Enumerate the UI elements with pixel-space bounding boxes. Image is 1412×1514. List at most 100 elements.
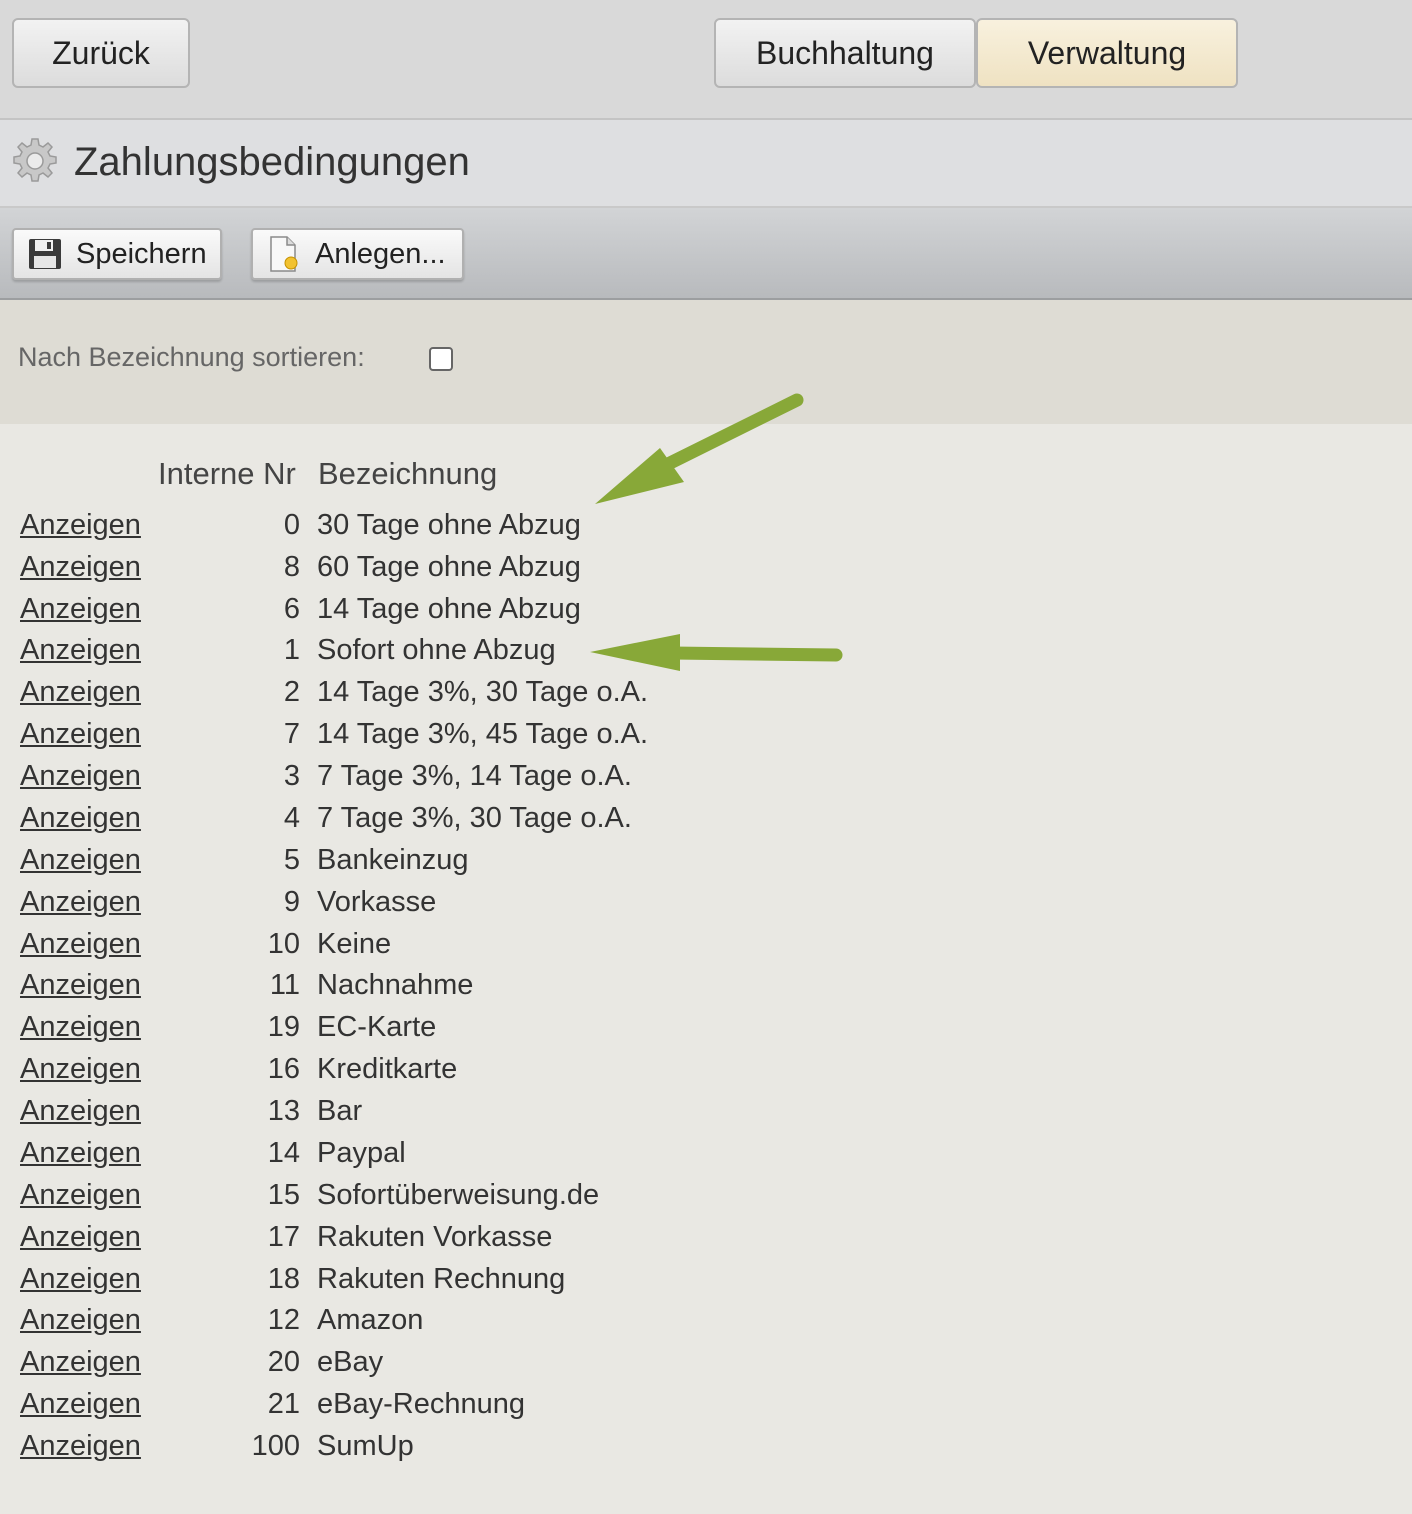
internal-nr: 21	[267, 1388, 300, 1420]
description: Paypal	[317, 1137, 406, 1169]
internal-nr: 18	[267, 1263, 300, 1295]
tab-verwaltung[interactable]: Verwaltung	[976, 18, 1238, 88]
internal-nr: 6	[283, 593, 300, 625]
view-link[interactable]: Anzeigen	[20, 676, 141, 709]
floppy-disk-icon	[29, 239, 61, 269]
description: Vorkasse	[317, 886, 437, 918]
table-row: Anzeigen 17 Rakuten Vorkasse	[0, 1221, 900, 1261]
view-link[interactable]: Anzeigen	[20, 844, 141, 877]
description: Sofort ohne Abzug	[317, 634, 556, 666]
internal-nr: 7	[283, 718, 300, 750]
view-link[interactable]: Anzeigen	[20, 969, 141, 1002]
internal-nr: 10	[267, 928, 300, 960]
table-row: Anzeigen 15 Sofortüberweisung.de	[0, 1179, 900, 1219]
view-link[interactable]: Anzeigen	[20, 593, 141, 626]
view-link[interactable]: Anzeigen	[20, 1179, 141, 1212]
description: 30 Tage ohne Abzug	[317, 509, 581, 541]
table-row: Anzeigen 16 Kreditkarte	[0, 1053, 900, 1093]
view-link[interactable]: Anzeigen	[20, 509, 141, 542]
tab-buchhaltung[interactable]: Buchhaltung	[714, 18, 976, 88]
description: Bankeinzug	[317, 844, 469, 876]
internal-nr: 8	[283, 551, 300, 583]
table-row: Anzeigen 12 Amazon	[0, 1304, 900, 1344]
description: Kreditkarte	[317, 1053, 458, 1085]
table-row: Anzeigen 7 14 Tage 3%, 45 Tage o.A.	[0, 718, 900, 758]
description: EC-Karte	[317, 1011, 437, 1043]
view-link[interactable]: Anzeigen	[20, 928, 141, 961]
table-row: Anzeigen 19 EC-Karte	[0, 1011, 900, 1051]
internal-nr: 17	[267, 1221, 300, 1253]
create-label: Anlegen...	[315, 237, 446, 270]
table-row: Anzeigen 11 Nachnahme	[0, 969, 900, 1009]
internal-nr: 14	[267, 1137, 300, 1169]
description: 14 Tage 3%, 45 Tage o.A.	[317, 718, 649, 750]
view-link[interactable]: Anzeigen	[20, 760, 141, 793]
table-row: Anzeigen 18 Rakuten Rechnung	[0, 1263, 900, 1303]
internal-nr: 16	[267, 1053, 300, 1085]
internal-nr: 12	[267, 1304, 300, 1336]
view-link[interactable]: Anzeigen	[20, 886, 141, 919]
view-link[interactable]: Anzeigen	[20, 1430, 141, 1463]
table-row: Anzeigen 2 14 Tage 3%, 30 Tage o.A.	[0, 676, 900, 716]
table-row: Anzeigen 100 SumUp	[0, 1430, 900, 1470]
description: Nachnahme	[317, 969, 474, 1001]
description: 14 Tage 3%, 30 Tage o.A.	[317, 676, 649, 708]
view-link[interactable]: Anzeigen	[20, 802, 141, 835]
sort-by-name-checkbox[interactable]	[429, 347, 453, 371]
description: Amazon	[317, 1304, 424, 1336]
view-link[interactable]: Anzeigen	[20, 1263, 141, 1296]
internal-nr: 1	[283, 634, 300, 666]
internal-nr: 13	[267, 1095, 300, 1127]
table-row: Anzeigen 8 60 Tage ohne Abzug	[0, 551, 900, 591]
internal-nr: 20	[267, 1346, 300, 1378]
table-row: Anzeigen 21 eBay-Rechnung	[0, 1388, 900, 1428]
description: 60 Tage ohne Abzug	[317, 551, 581, 583]
view-link[interactable]: Anzeigen	[20, 1095, 141, 1128]
column-header-description: Bezeichnung	[318, 456, 498, 491]
description: eBay	[317, 1346, 384, 1378]
table-row: Anzeigen 5 Bankeinzug	[0, 844, 900, 884]
view-link[interactable]: Anzeigen	[20, 1346, 141, 1379]
table-row: Anzeigen 4 7 Tage 3%, 30 Tage o.A.	[0, 802, 900, 842]
sort-by-name-label: Nach Bezeichnung sortieren:	[18, 342, 365, 372]
back-button[interactable]: Zurück	[12, 18, 190, 88]
save-label: Speichern	[76, 237, 207, 270]
view-link[interactable]: Anzeigen	[20, 718, 141, 751]
view-link[interactable]: Anzeigen	[20, 1221, 141, 1254]
table-row: Anzeigen 9 Vorkasse	[0, 886, 900, 926]
view-link[interactable]: Anzeigen	[20, 1388, 141, 1421]
top-navigation-bar: Zurück Buchhaltung Verwaltung	[0, 0, 1412, 120]
description: Rakuten Vorkasse	[317, 1221, 553, 1253]
internal-nr: 9	[283, 886, 300, 918]
internal-nr: 4	[283, 802, 300, 834]
save-button[interactable]: Speichern	[12, 228, 222, 280]
description: Rakuten Rechnung	[317, 1263, 566, 1295]
table-row: Anzeigen 10 Keine	[0, 928, 900, 968]
description: 7 Tage 3%, 30 Tage o.A.	[317, 802, 632, 834]
new-document-icon	[270, 236, 298, 272]
internal-nr: 3	[283, 760, 300, 792]
create-button[interactable]: Anlegen...	[251, 228, 464, 280]
internal-nr: 11	[269, 969, 300, 1001]
view-link[interactable]: Anzeigen	[20, 1137, 141, 1170]
table-row: Anzeigen 20 eBay	[0, 1346, 900, 1386]
description: Bar	[317, 1095, 363, 1127]
internal-nr: 0	[283, 509, 300, 541]
description: eBay-Rechnung	[317, 1388, 525, 1420]
internal-nr: 100	[251, 1430, 300, 1462]
view-link[interactable]: Anzeigen	[20, 1053, 141, 1086]
view-link[interactable]: Anzeigen	[20, 1304, 141, 1337]
column-header-internal-nr: Interne Nr	[158, 456, 296, 491]
view-link[interactable]: Anzeigen	[20, 1011, 141, 1044]
page-header: Zahlungsbedingungen	[0, 120, 1412, 208]
table-row: Anzeigen 1 Sofort ohne Abzug	[0, 634, 900, 674]
internal-nr: 15	[267, 1179, 300, 1211]
view-link[interactable]: Anzeigen	[20, 551, 141, 584]
table-row: Anzeigen 6 14 Tage ohne Abzug	[0, 593, 900, 633]
toolbar: Speichern Anlegen...	[0, 208, 1412, 300]
internal-nr: 2	[283, 676, 300, 708]
view-link[interactable]: Anzeigen	[20, 634, 141, 667]
table-row: Anzeigen 14 Paypal	[0, 1137, 900, 1177]
internal-nr: 5	[283, 844, 300, 876]
description: SumUp	[317, 1430, 414, 1462]
